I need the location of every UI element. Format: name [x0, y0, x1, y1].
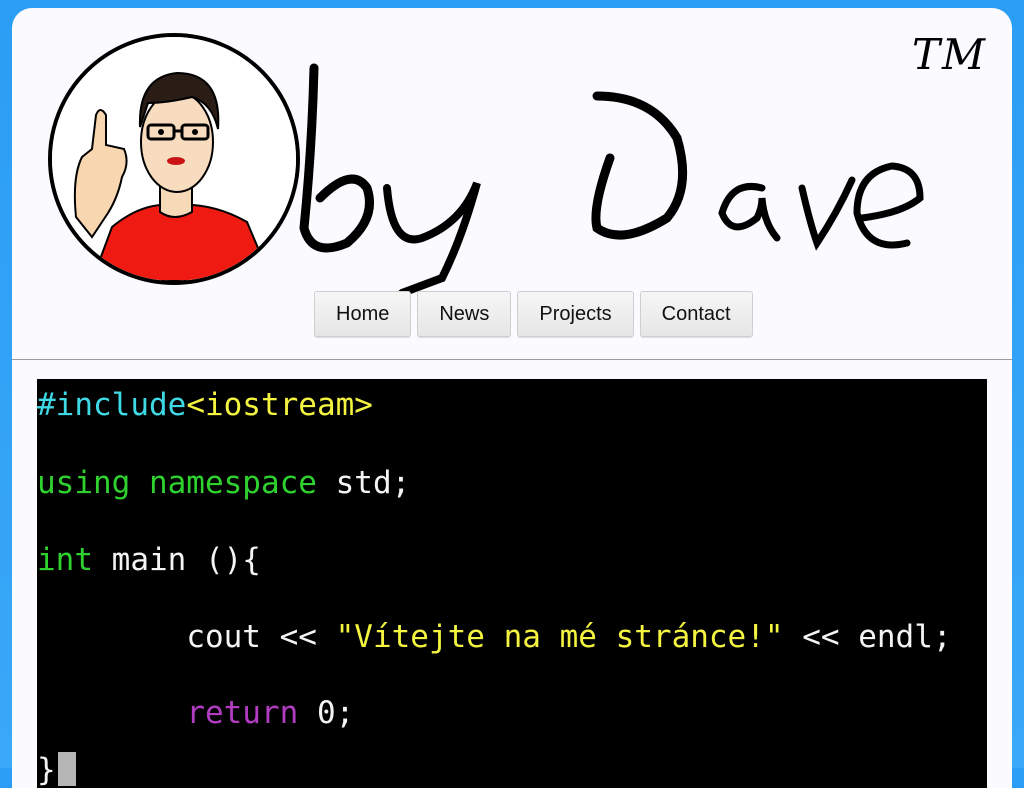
code-brace: }: [37, 752, 56, 788]
code-line-5: return 0;: [37, 675, 354, 752]
code-directive: #include: [37, 387, 187, 423]
nav-home-button[interactable]: Home: [314, 291, 412, 337]
main-nav: Home News Projects Contact: [314, 291, 753, 337]
trademark-symbol: TM: [912, 30, 988, 79]
code-text: << endl;: [783, 619, 952, 655]
code-line-1: #include<iostream>: [37, 367, 373, 444]
code-text: cout <<: [186, 619, 336, 655]
code-line-6: }: [37, 732, 76, 788]
code-return-keyword: return: [186, 695, 299, 731]
text-cursor: [57, 752, 76, 786]
avatar-cartoon-icon: [52, 37, 296, 281]
logo-script-text: [299, 63, 924, 297]
page-card: TM Home News Projects Contact #include<i…: [12, 8, 1012, 788]
code-line-3: int main (){: [37, 522, 261, 599]
avatar: [48, 33, 300, 285]
nav-contact-button[interactable]: Contact: [639, 291, 753, 337]
code-text: main (){: [93, 542, 261, 578]
nav-news-button[interactable]: News: [417, 291, 512, 337]
code-text: std;: [316, 465, 411, 501]
header-divider: [12, 359, 1012, 360]
code-text: 0;: [298, 695, 355, 731]
nav-projects-button[interactable]: Projects: [517, 291, 634, 337]
code-line-4: cout << "Vítejte na mé stránce!" << endl…: [37, 599, 952, 676]
code-keyword: int: [37, 542, 93, 578]
code-string: "Vítejte na mé stránce!": [335, 619, 784, 655]
logo: [292, 48, 932, 298]
code-keyword: using namespace: [37, 465, 317, 501]
site-header: TM Home News Projects Contact: [12, 8, 1012, 359]
code-terminal: #include<iostream> using namespace std; …: [37, 379, 987, 788]
code-header: <iostream>: [186, 387, 373, 423]
code-line-2: using namespace std;: [37, 445, 410, 522]
